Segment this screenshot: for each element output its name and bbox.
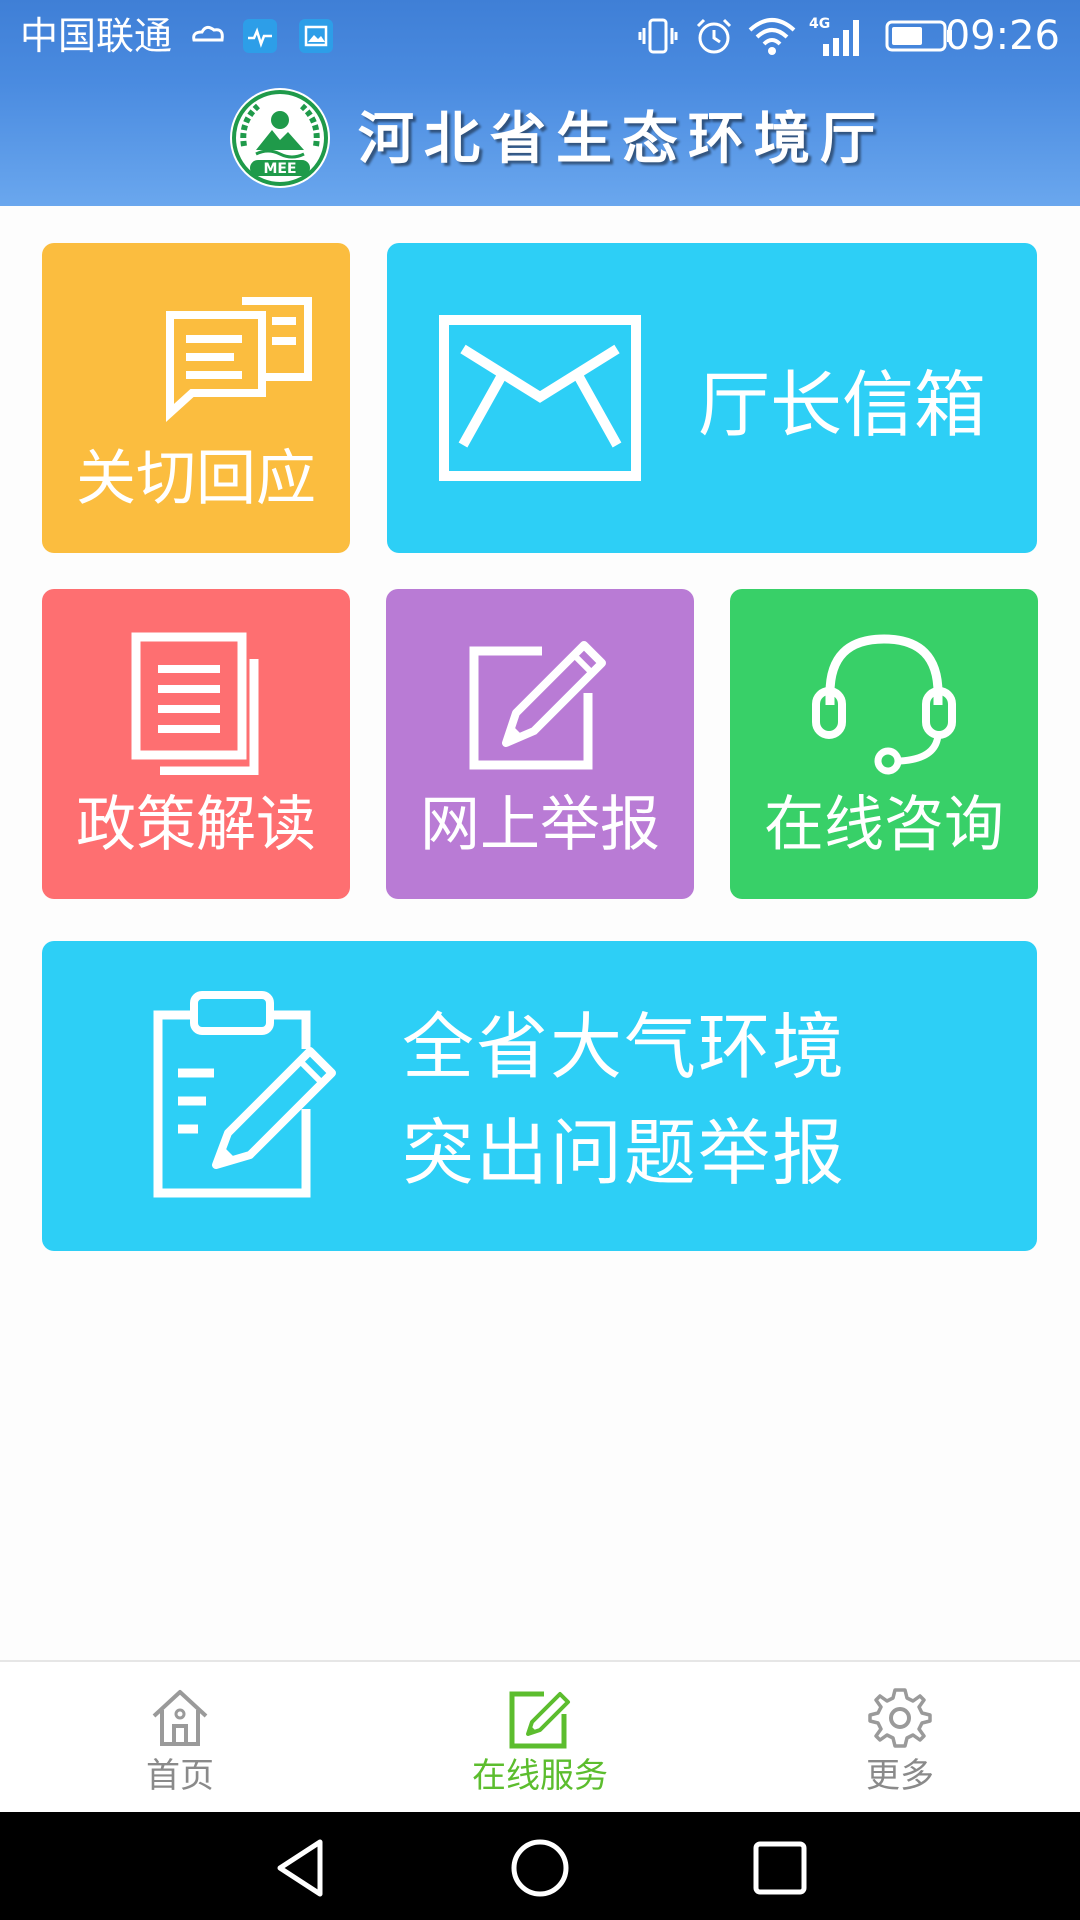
page-title: 河北省生态环境厅	[358, 107, 886, 172]
tile-label: 关切回应	[76, 444, 316, 514]
cloud-app-icon	[188, 14, 228, 58]
envelope-icon	[439, 315, 641, 481]
gallery-app-icon	[296, 14, 336, 58]
app-header: MEE 河北省生态环境厅	[0, 72, 1080, 206]
recent-apps-icon[interactable]	[748, 1836, 812, 1900]
home-circle-icon[interactable]	[508, 1836, 572, 1900]
vibrate-icon	[636, 14, 680, 58]
wifi-icon	[744, 14, 800, 58]
tile-concern-response[interactable]: 关切回应	[42, 243, 350, 553]
clock: 09:26	[944, 13, 1060, 59]
speech-bubble-icon	[166, 297, 312, 423]
clipboard-pen-icon	[153, 991, 336, 1198]
bottom-navigation: 首页 在线服务 更多	[0, 1660, 1080, 1814]
network-type-label: 4G	[809, 16, 830, 32]
battery-icon	[884, 14, 954, 58]
tile-label: 政策解读	[76, 790, 316, 860]
tile-label-line2: 突出问题举报	[402, 1111, 847, 1195]
health-app-icon	[240, 14, 280, 58]
document-icon	[131, 632, 259, 775]
top-banner: 中国联通 4G 09:26 MEE 河北省生态环境厅	[0, 0, 1080, 206]
tile-label-line1: 全省大气环境	[402, 1005, 847, 1089]
nav-label-home: 首页	[146, 1756, 214, 1796]
tile-label: 网上举报	[420, 790, 660, 860]
headset-icon	[812, 634, 956, 775]
tile-label: 厅长信箱	[697, 363, 986, 447]
nav-item-online-services[interactable]: 在线服务	[360, 1662, 720, 1814]
nav-item-home[interactable]: 首页	[0, 1662, 360, 1814]
tile-online-consultation[interactable]: 在线咨询	[730, 589, 1038, 899]
tile-online-report[interactable]: 网上举报	[386, 589, 694, 899]
alarm-icon	[692, 14, 736, 58]
status-bar: 中国联通 4G 09:26	[0, 0, 1080, 72]
tile-policy-interpretation[interactable]: 政策解读	[42, 589, 350, 899]
nav-label-more: 更多	[866, 1756, 934, 1796]
edit-icon	[509, 1691, 570, 1749]
nav-label-online-services: 在线服务	[472, 1756, 608, 1796]
system-nav-bar	[0, 1812, 1080, 1920]
signal-4g-icon: 4G	[808, 14, 870, 58]
back-triangle-icon[interactable]	[268, 1836, 332, 1900]
nav-item-more[interactable]: 更多	[720, 1662, 1080, 1814]
carrier-name: 中国联通	[20, 14, 173, 58]
tile-label: 在线咨询	[764, 790, 1004, 860]
mee-logo: MEE	[230, 88, 330, 188]
gear-icon	[868, 1688, 932, 1748]
tile-air-quality-report[interactable]: 全省大气环境 突出问题举报	[42, 941, 1037, 1251]
logo-text: MEE	[263, 161, 296, 177]
tile-director-mailbox[interactable]: 厅长信箱	[387, 243, 1037, 553]
home-icon	[152, 1690, 208, 1746]
pencil-edit-icon	[469, 641, 606, 770]
